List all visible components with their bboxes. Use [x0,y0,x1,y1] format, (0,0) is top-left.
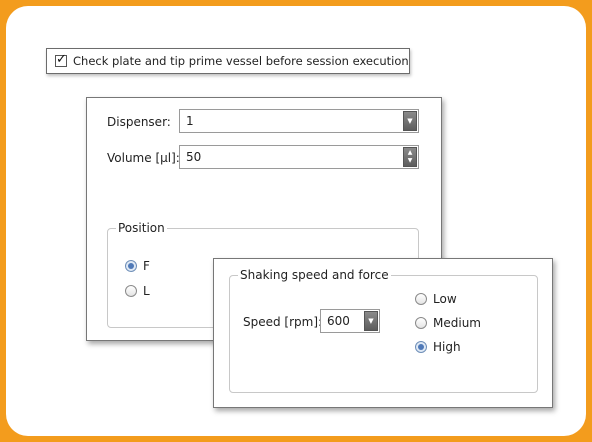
shaking-group: Shaking speed and force Speed [rpm]: 600… [229,268,538,393]
radio-selected-icon[interactable] [125,260,137,272]
shaking-group-title: Shaking speed and force [238,268,391,282]
check-plate-label: Check plate and tip prime vessel before … [73,54,409,68]
volume-stepper[interactable]: 50 ▲ ▼ [179,145,419,169]
chevron-down-icon[interactable]: ▼ [364,311,378,331]
check-plate-checkbox[interactable] [55,52,67,67]
radio-unselected-icon[interactable] [415,293,427,305]
shaking-settings-panel: Shaking speed and force Speed [rpm]: 600… [213,258,553,408]
force-option-high[interactable]: High [415,340,461,354]
position-option-f-label: F [143,259,150,273]
speed-dropdown[interactable]: 600 ▼ [320,309,380,333]
volume-label: Volume [µl]: [107,151,180,165]
force-option-medium[interactable]: Medium [415,316,481,330]
position-group-title: Position [116,221,167,235]
radio-unselected-icon[interactable] [125,285,137,297]
chevron-down-icon[interactable]: ▼ [403,111,417,131]
position-option-f[interactable]: F [125,259,150,273]
force-option-low[interactable]: Low [415,292,457,306]
position-option-l-label: L [143,284,150,298]
force-option-low-label: Low [433,292,457,306]
volume-value: 50 [186,150,202,164]
speed-label: Speed [rpm]: [243,315,323,329]
force-option-medium-label: Medium [433,316,481,330]
radio-unselected-icon[interactable] [415,317,427,329]
dispenser-dropdown[interactable]: 1 ▼ [179,109,419,133]
dispenser-label: Dispenser: [107,115,171,129]
force-option-high-label: High [433,340,461,354]
dispenser-value: 1 [186,114,194,128]
radio-selected-icon[interactable] [415,341,427,353]
spin-arrows-icon[interactable]: ▲ ▼ [403,147,417,167]
check-plate-option[interactable]: Check plate and tip prime vessel before … [46,48,410,74]
position-option-l[interactable]: L [125,284,150,298]
speed-value: 600 [327,314,350,328]
